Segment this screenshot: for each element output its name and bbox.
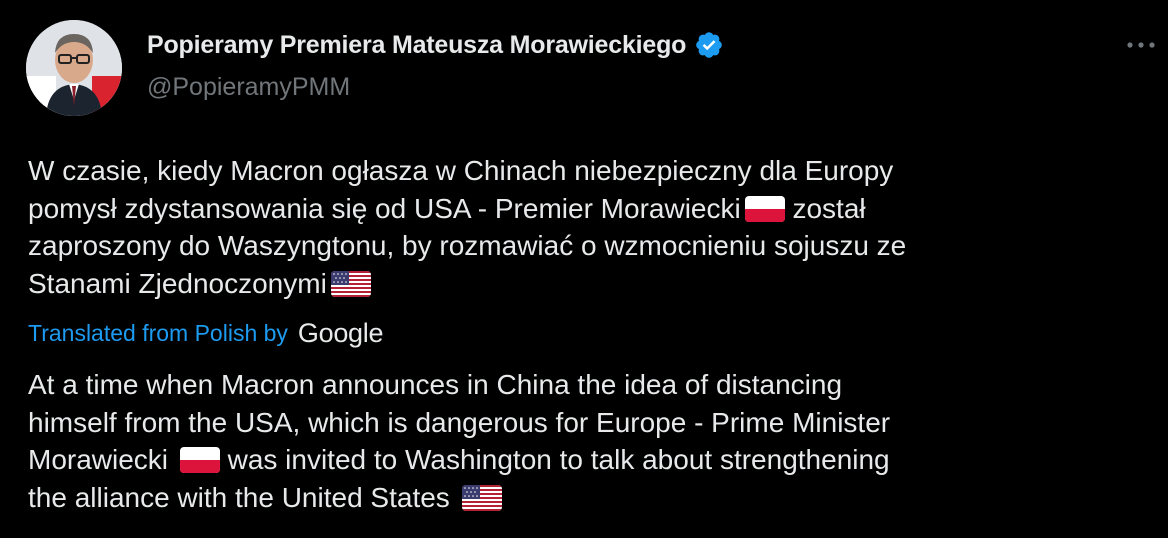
translation-line-part: Morawiecki bbox=[28, 444, 169, 475]
google-logo: Google bbox=[297, 318, 384, 348]
translated-from-link[interactable]: Translated from Polish by bbox=[28, 320, 288, 347]
usa-flag-icon bbox=[461, 483, 502, 521]
tweet-line: Stanami Zjednoczonymi bbox=[28, 265, 1138, 303]
poland-flag-icon bbox=[744, 194, 785, 232]
author-display-name[interactable]: Popieramy Premiera Mateusza Morawieckieg… bbox=[147, 31, 686, 60]
translation-line: the alliance with the United States bbox=[28, 479, 1138, 517]
tweet-line: zaproszony do Waszyngtonu, by rozmawiać … bbox=[28, 230, 907, 261]
more-horizontal-icon[interactable] bbox=[1124, 34, 1158, 56]
author-handle[interactable]: @PopieramyPMM bbox=[147, 73, 350, 102]
translation-line-part: the alliance with the United States bbox=[28, 481, 450, 513]
tweet-line-part: Stanami Zjednoczonymi bbox=[28, 267, 327, 299]
tweet-text: W czasie, kiedy Macron ogłasza w Chinach… bbox=[28, 152, 1138, 302]
usa-flag-icon bbox=[330, 269, 371, 307]
avatar-image bbox=[26, 20, 122, 116]
translation-attribution: Translated from Polish by Google bbox=[28, 318, 383, 349]
translation-line: At a time when Macron announces in China… bbox=[28, 369, 843, 400]
tweet-line-part: pomysł zdystansowania się od USA - Premi… bbox=[28, 192, 741, 224]
translation-text: At a time when Macron announces in China… bbox=[28, 366, 1138, 516]
translation-line-part: was invited to Washington to talk about … bbox=[227, 444, 890, 475]
translation-line: himself from the USA, which is dangerous… bbox=[28, 406, 891, 438]
tweet-line: pomysł zdystansowania się od USA - Premi… bbox=[28, 190, 1138, 228]
tweet-line-part: został bbox=[792, 192, 866, 224]
poland-flag-icon bbox=[179, 445, 220, 483]
avatar[interactable] bbox=[26, 20, 122, 116]
verified-badge-icon[interactable] bbox=[694, 30, 724, 60]
tweet-line: W czasie, kiedy Macron ogłasza w Chinach… bbox=[28, 155, 894, 186]
author-name-row: Popieramy Premiera Mateusza Morawieckieg… bbox=[147, 30, 724, 60]
translation-line: Morawiecki was invited to Washington to … bbox=[28, 441, 1138, 479]
